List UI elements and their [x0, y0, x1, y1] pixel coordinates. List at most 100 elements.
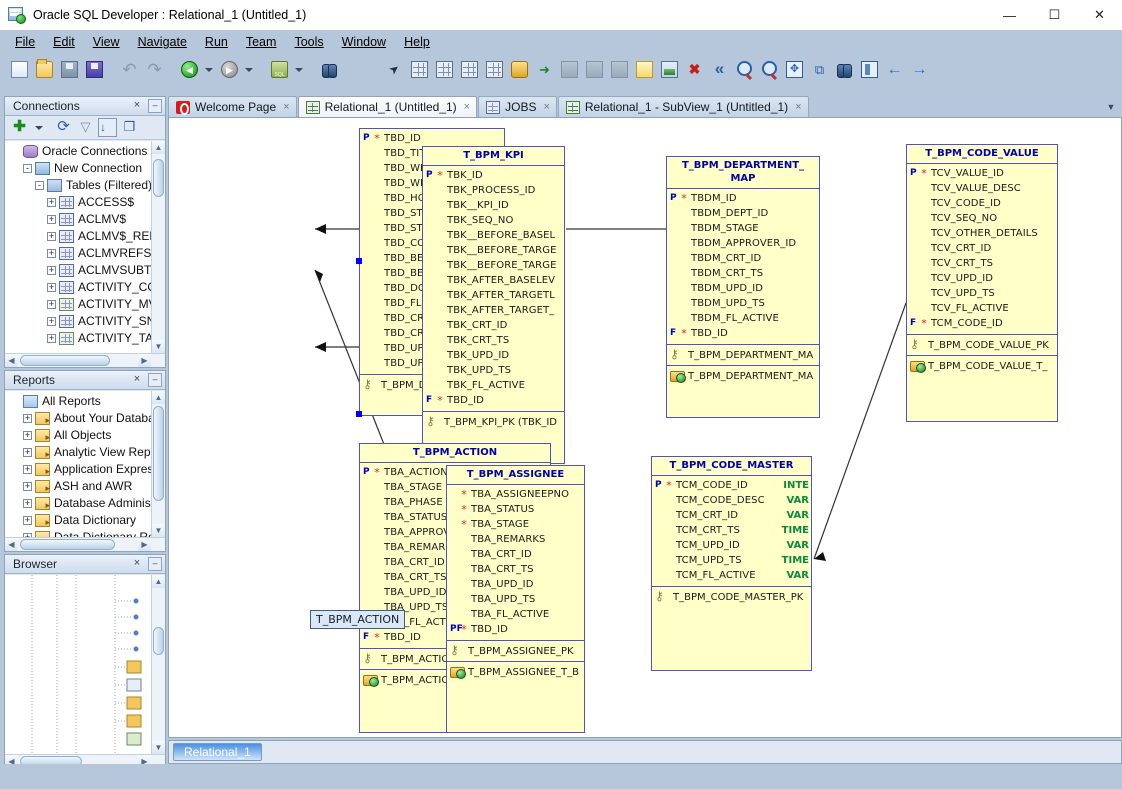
new-image-icon[interactable] — [658, 58, 681, 81]
scroll-thumb[interactable] — [153, 159, 164, 197]
zoom-out-icon[interactable] — [758, 58, 781, 81]
scroll-thumb[interactable] — [20, 355, 110, 366]
entity-column-row[interactable]: TBK_SEQ_NO — [423, 213, 564, 228]
menu-navigate[interactable]: Navigate — [129, 32, 196, 52]
entity-column-row[interactable]: TCV_CODE_ID — [907, 196, 1057, 211]
new-sql-worksheet-icon[interactable] — [268, 58, 291, 81]
browser-minimize-icon[interactable]: – — [148, 557, 162, 571]
entity-column-row[interactable]: TBDM_APPROVER_ID — [667, 236, 819, 251]
scroll-thumb[interactable] — [153, 406, 164, 501]
reports-tree-item[interactable]: + Database Administrati — [7, 495, 165, 514]
minimize-button[interactable]: — — [987, 0, 1032, 30]
close-button[interactable]: ✕ — [1077, 0, 1122, 30]
entity-column-row[interactable]: TCM_FL_ACTIVE VAR — [652, 568, 811, 583]
connections-minimize-icon[interactable]: – — [148, 99, 162, 113]
entity-column-row[interactable]: TBA_UPD_TS — [447, 592, 584, 607]
entity-column-row[interactable]: TBK__KPI_ID — [423, 198, 564, 213]
model-tab-relational-1[interactable]: Relational_1 — [173, 743, 262, 761]
reports-tree-item[interactable]: + About Your Database — [7, 410, 165, 429]
entity-constraint-row[interactable]: T_BPM_DEPARTMENT_MA — [667, 347, 819, 363]
tree-expander[interactable]: - — [35, 181, 44, 190]
tab-close-icon[interactable]: × — [464, 101, 470, 113]
entity-column-row[interactable]: TBK_UPD_ID — [423, 348, 564, 363]
navigate-forward-icon[interactable] — [218, 58, 241, 81]
connections-tree-item[interactable]: + ACLMVSUBTBL — [7, 262, 165, 279]
tree-expander[interactable]: - — [23, 164, 32, 173]
entity-column-row[interactable]: TBK__BEFORE_TARGE — [423, 258, 564, 273]
reports-tree-item[interactable]: + Data Dictionary — [7, 512, 165, 531]
entity-column-row[interactable]: P * TBDM_ID — [667, 191, 819, 206]
entity-column-row[interactable]: TBDM_DEPT_ID — [667, 206, 819, 221]
menu-tools[interactable]: Tools — [285, 32, 332, 52]
entity-column-row[interactable]: TCM_UPD_TS TIME — [652, 553, 811, 568]
reports-tree-item[interactable]: + Application Express — [7, 461, 165, 480]
scroll-up-icon[interactable]: ▲ — [152, 391, 165, 404]
tree-expander[interactable]: + — [47, 300, 56, 309]
connections-hscrollbar[interactable]: ◀ ▶ — [5, 353, 165, 367]
editor-tab-0[interactable]: Welcome Page × — [168, 96, 297, 117]
fit-to-window-icon[interactable] — [783, 58, 806, 81]
entity-column-row[interactable]: P * TCM_CODE_ID INTE — [652, 478, 811, 493]
entity-column-row[interactable]: TCV_OTHER_DETAILS — [907, 226, 1057, 241]
entity-column-row[interactable]: P * TBK_ID — [423, 168, 564, 183]
menu-file[interactable]: File — [6, 32, 44, 52]
editor-tab-1[interactable]: Relational_1 (Untitled_1) × — [297, 96, 478, 117]
connections-tree-item[interactable]: + ACLMV$_REFR — [7, 228, 165, 245]
entity-column-row[interactable]: TBK_UPD_TS — [423, 363, 564, 378]
connections-close-icon[interactable]: × — [130, 99, 144, 113]
entity-constraint-row[interactable]: T_BPM_CODE_VALUE_T_ — [907, 358, 1057, 374]
new-pk-icon[interactable] — [508, 58, 531, 81]
entity-column-row[interactable]: TCV_CRT_ID — [907, 241, 1057, 256]
entity-column-row[interactable]: TCV_CRT_TS — [907, 256, 1057, 271]
collapse-all-icon[interactable] — [708, 58, 731, 81]
zoom-in-icon[interactable] — [733, 58, 756, 81]
menu-window[interactable]: Window — [333, 32, 395, 52]
connections-tree-item[interactable]: + ACTIVITY_SN — [7, 313, 165, 330]
tab-close-icon[interactable]: × — [795, 101, 801, 113]
new-subview-icon[interactable] — [808, 58, 831, 81]
menu-team[interactable]: Team — [237, 32, 286, 52]
entity-constraint-row[interactable]: T_BPM_ASSIGNEE_T_B — [447, 664, 584, 680]
tree-expander[interactable]: + — [23, 482, 32, 491]
browser-close-icon[interactable]: × — [130, 557, 144, 571]
tree-expander[interactable]: + — [47, 232, 56, 241]
entity-t-bpm-assignee[interactable]: T_BPM_ASSIGNEE * TBA_ASSIGNEEPNO * TBA_STATU… — [446, 465, 585, 733]
reports-close-icon[interactable]: × — [130, 373, 144, 387]
scroll-down-icon[interactable]: ▼ — [152, 524, 165, 537]
connections-tree-item[interactable]: + ACCESS$ — [7, 194, 165, 211]
chevron-down-icon[interactable]: ▼ — [1104, 100, 1118, 114]
redo-icon[interactable] — [143, 58, 166, 81]
entity-column-row[interactable]: TBDM_STAGE — [667, 221, 819, 236]
scroll-right-icon[interactable]: ▶ — [138, 538, 151, 551]
entity-t-bpm-code-value[interactable]: T_BPM_CODE_VALUE P * TCV_VALUE_ID TCV_VALUE_… — [906, 144, 1058, 422]
menu-run[interactable]: Run — [196, 32, 237, 52]
entity-column-row[interactable]: * TBA_STAGE — [447, 517, 584, 532]
connections-tree-item[interactable]: + ACLMVREFSTA — [7, 245, 165, 262]
pointer-select-icon[interactable] — [383, 58, 406, 81]
editor-tab-strip[interactable]: Welcome Page × Relational_1 (Untitled_1) × J… — [168, 95, 1122, 117]
entity-column-row[interactable]: P * TCV_VALUE_ID — [907, 166, 1057, 181]
new-table-icon[interactable] — [408, 58, 431, 81]
diagram-surface[interactable]: P * TBD_ID TBD_TITLE TBD_WHAT TBD_WHY TBD_HOW T… — [169, 118, 1109, 733]
reports-tree-item[interactable]: + Analytic View Reports — [7, 444, 165, 463]
entity-column-row[interactable]: TBK_PROCESS_ID — [423, 183, 564, 198]
manage-connections-icon[interactable] — [120, 118, 139, 137]
show-panel-icon[interactable] — [858, 58, 881, 81]
entity-column-row[interactable]: TBA_FL_ACTIVE — [447, 607, 584, 622]
entity-column-row[interactable]: TBK_FL_ACTIVE — [423, 378, 564, 393]
entity-column-row[interactable]: F * TBD_ID — [423, 393, 564, 408]
scroll-thumb[interactable] — [20, 539, 115, 550]
scroll-up-icon[interactable]: ▲ — [152, 141, 165, 154]
entity-constraint-row[interactable]: T_BPM_CODE_MASTER_PK — [652, 589, 811, 605]
save-icon[interactable] — [58, 58, 81, 81]
tree-expander[interactable]: + — [47, 198, 56, 207]
menu-view[interactable]: View — [84, 32, 129, 52]
maximize-button[interactable]: ☐ — [1032, 0, 1077, 30]
menu-help[interactable]: Help — [395, 32, 439, 52]
entity-column-row[interactable]: TCM_CRT_ID VAR — [652, 508, 811, 523]
tree-expander[interactable]: + — [23, 516, 32, 525]
tree-expander[interactable]: + — [47, 266, 56, 275]
previous-icon[interactable] — [883, 58, 906, 81]
entity-column-row[interactable]: TBK_AFTER_BASELEV — [423, 273, 564, 288]
new-file-icon[interactable] — [8, 58, 31, 81]
